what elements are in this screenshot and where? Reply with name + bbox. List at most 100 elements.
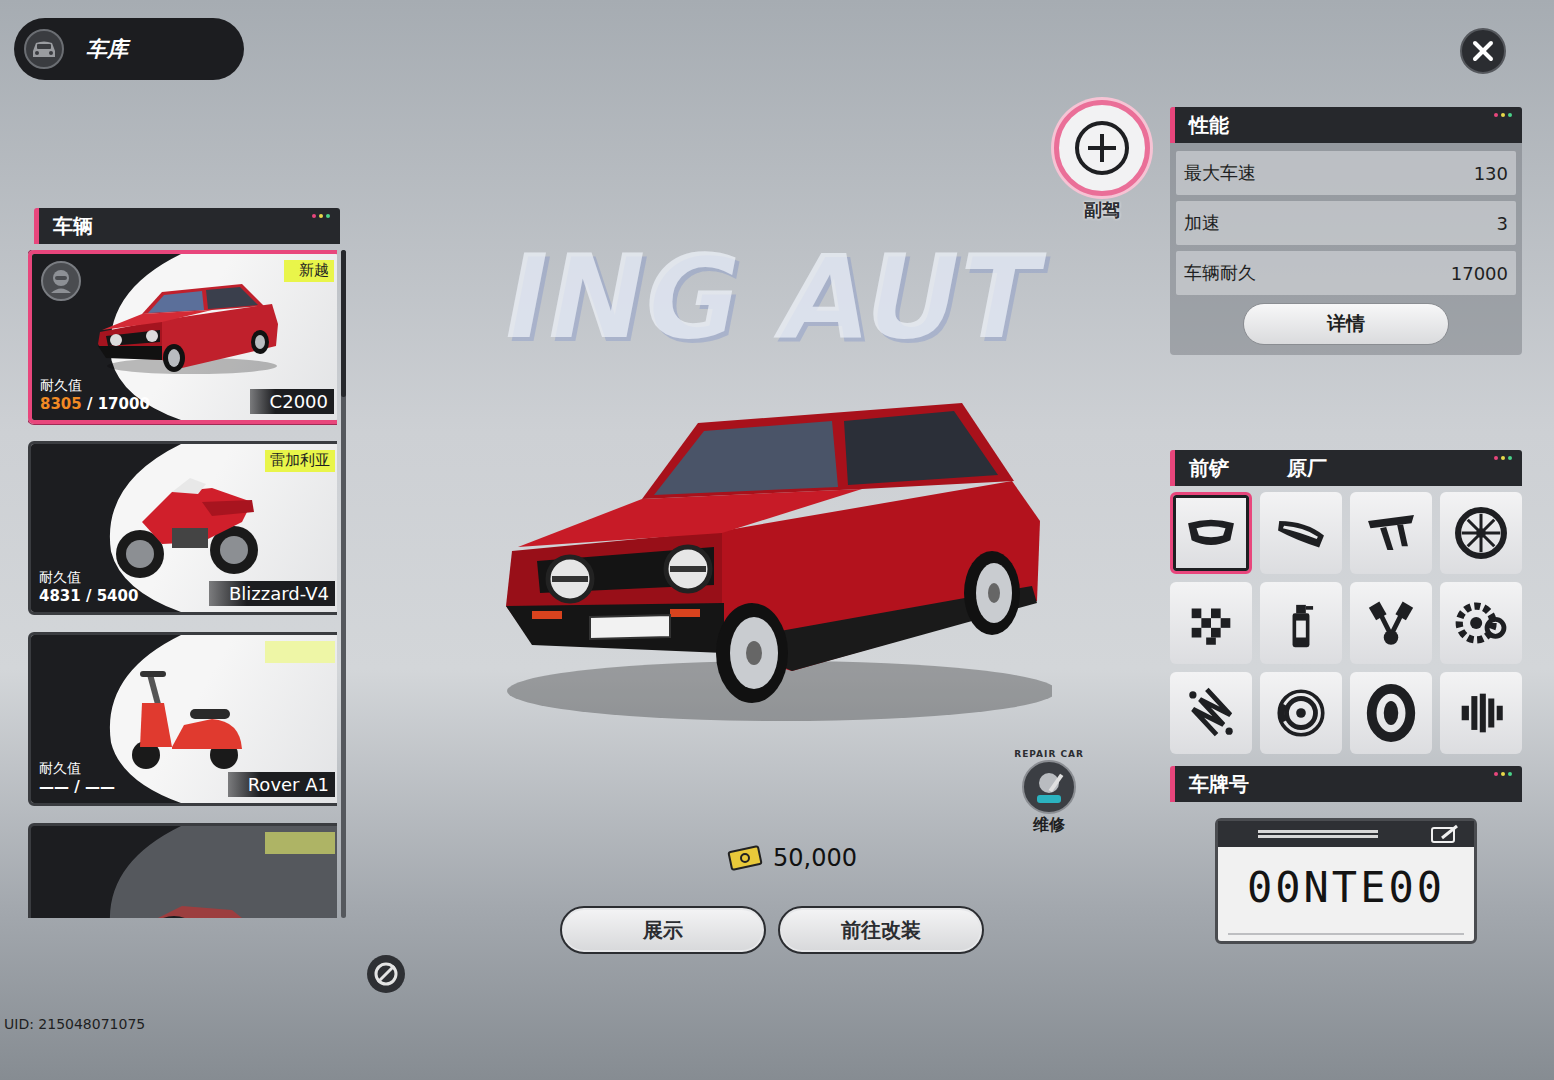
avatar-slot	[40, 260, 82, 302]
stat-row: 车辆耐久17000	[1176, 251, 1516, 295]
part-tile[interactable]	[1440, 582, 1522, 664]
brake-icon	[1272, 684, 1330, 742]
deco-dot	[1501, 456, 1505, 460]
vehicles-title: 车辆	[53, 213, 93, 240]
engine-icon	[1362, 594, 1420, 652]
stat-row: 加速 3	[1176, 201, 1516, 245]
action-button[interactable]: 展示	[560, 906, 766, 954]
vehicle-tag	[265, 641, 335, 663]
plate-strip	[1218, 821, 1474, 847]
details-button[interactable]: 详情	[1243, 303, 1449, 345]
vehicle-name: Blizzard-V4	[209, 581, 335, 606]
header-decoration	[312, 208, 330, 218]
scrollbar[interactable]	[341, 250, 346, 918]
close-button[interactable]	[1460, 28, 1506, 74]
vehicle-card[interactable]: 耐久值—— / ——Rover A1	[28, 632, 337, 806]
filter-button[interactable]	[366, 954, 406, 994]
part-tile[interactable]	[1350, 672, 1432, 754]
stat-label: 车辆耐久	[1184, 261, 1256, 285]
backdrop-watermark: ING AUT	[505, 230, 1039, 363]
deco-dot	[1508, 456, 1512, 460]
filter-row	[14, 954, 420, 994]
car-model[interactable]	[492, 371, 1052, 731]
avatar-slot	[39, 450, 81, 492]
deco-dot	[1494, 456, 1498, 460]
part-tile[interactable]	[1440, 672, 1522, 754]
part-tile[interactable]	[1170, 582, 1252, 664]
vehicles-panel: 车辆新越耐久值8305 / 17000C2000雷加利亚耐久值4831 / 54…	[28, 208, 346, 918]
driver-icon	[40, 260, 82, 302]
vehicle-card[interactable]	[28, 823, 337, 918]
deco-dot	[1508, 772, 1512, 776]
card-bottom: 耐久值8305 / 17000C2000	[40, 376, 334, 414]
avatar-slot	[39, 832, 81, 874]
part-value: 原厂	[1287, 455, 1327, 482]
scroll-thumb[interactable]	[341, 250, 346, 397]
action-buttons: 展示前往改装	[560, 906, 984, 954]
performance-header: 性能	[1170, 107, 1522, 143]
deco-dot	[1501, 772, 1505, 776]
part-tile[interactable]	[1260, 672, 1342, 754]
card-bottom: 耐久值4831 / 5400 Blizzard-V4	[39, 568, 335, 606]
card-top	[39, 641, 335, 677]
plate-footer	[1228, 927, 1464, 935]
part-tile[interactable]	[1350, 582, 1432, 664]
plate-number: 00NTE00	[1218, 847, 1474, 927]
garage-title-text: 车库	[86, 35, 128, 63]
vehicle-name: C2000	[250, 389, 334, 414]
repair-badge: REPAIR CAR	[1014, 749, 1084, 759]
locked-bike-icon	[102, 876, 272, 918]
spoiler-icon	[1362, 504, 1420, 562]
stat-value: 3	[1497, 213, 1508, 234]
vehicle-card[interactable]: 雷加利亚耐久值4831 / 5400Blizzard-V4	[28, 441, 337, 615]
deco-dot	[1508, 113, 1512, 117]
part-tile[interactable]	[1440, 492, 1522, 574]
part-tile[interactable]	[1260, 492, 1342, 574]
copilot-button[interactable]: 副驾	[1054, 100, 1150, 222]
copilot-ring	[1054, 100, 1150, 196]
durability-label: 耐久值	[39, 759, 115, 777]
vehicle-thumbnail	[39, 876, 335, 918]
header-decoration	[1494, 766, 1512, 776]
header-decoration	[1494, 450, 1512, 460]
part-tile[interactable]	[1170, 672, 1252, 754]
parts-panel: 前铲原厂	[1170, 450, 1522, 754]
card-top	[39, 832, 335, 874]
edit-icon[interactable]	[1430, 824, 1460, 844]
vehicles-body: 新越耐久值8305 / 17000C2000雷加利亚耐久值4831 / 5400…	[28, 250, 346, 918]
action-button[interactable]: 前往改装	[778, 906, 984, 954]
filter-icon	[366, 954, 406, 994]
license-plate[interactable]: 00NTE00	[1215, 818, 1477, 944]
durability-value: —— / ——	[39, 778, 115, 798]
vehicle-tag	[265, 832, 335, 854]
durability-current: 4831	[39, 587, 81, 605]
durability-max: / 5400	[86, 587, 138, 605]
avatar-slot	[39, 641, 81, 683]
durability-value: 4831 / 5400	[39, 587, 138, 607]
sedan-icon	[92, 280, 282, 376]
deco-dot	[1494, 772, 1498, 776]
vehicle-list: 新越耐久值8305 / 17000C2000雷加利亚耐久值4831 / 5400…	[28, 250, 337, 918]
center-column: 副驾ING AUTREPAIR CAR维修50,000展示前往改装	[420, 0, 1154, 1080]
durability-max: / 17000	[87, 395, 150, 413]
durability-value: 8305 / 17000	[40, 395, 150, 415]
plate-title: 车牌号	[1189, 771, 1249, 798]
vehicle-card[interactable]: 新越耐久值8305 / 17000C2000	[28, 250, 337, 424]
part-tile[interactable]	[1350, 492, 1432, 574]
repair-button[interactable]: REPAIR CAR维修	[1014, 749, 1084, 836]
deco-dot	[1501, 113, 1505, 117]
durability: 耐久值4831 / 5400	[39, 568, 138, 606]
vehicle-thumbnail	[39, 472, 335, 568]
performance-panel: 性能最大车速130加速3车辆耐久17000详情	[1170, 107, 1522, 355]
deco-dot	[312, 214, 316, 218]
durability-current: 8305	[40, 395, 82, 413]
garage-title: 车库	[14, 18, 244, 80]
garage-icon	[24, 29, 64, 69]
part-tile[interactable]	[1170, 492, 1252, 574]
plate-decoration	[1258, 830, 1378, 838]
stat-label: 加速	[1184, 211, 1220, 235]
part-tile[interactable]	[1260, 582, 1342, 664]
deco-dot	[1494, 113, 1498, 117]
locked-thumbnail	[102, 876, 272, 918]
transmission-icon	[1452, 684, 1510, 742]
